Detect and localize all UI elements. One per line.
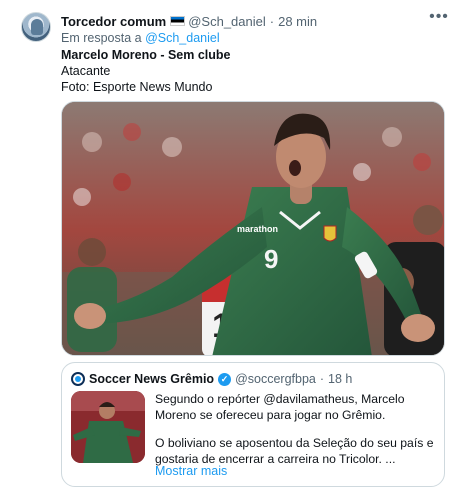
tweet-time[interactable]: 28 min — [278, 14, 317, 29]
quoted-author-handle[interactable]: @soccergfbpa — [235, 372, 316, 386]
reply-prefix: Em resposta a — [61, 31, 142, 45]
quoted-tweet[interactable]: Soccer News Grêmio ✓ @soccergfbpa · 18 h… — [61, 362, 445, 487]
tweet-text: Marcelo Moreno - Sem clube Atacante Foto… — [61, 47, 230, 95]
estonia-flag-icon — [170, 16, 186, 26]
tweet-line-credit: Foto: Esporte News Mundo — [61, 80, 213, 94]
jersey-number: 9 — [264, 244, 278, 274]
reply-context: Em resposta a @Sch_daniel — [61, 31, 220, 45]
quoted-tweet-thumbnail[interactable] — [71, 391, 145, 463]
reply-handle-link[interactable]: @Sch_daniel — [145, 31, 220, 45]
quoted-tweet-header: Soccer News Grêmio ✓ @soccergfbpa · 18 h — [71, 371, 352, 387]
quoted-author-avatar[interactable] — [71, 372, 85, 386]
player-photo: 10 marathon 9 — [62, 102, 444, 355]
tweet-photo[interactable]: 10 marathon 9 — [61, 101, 445, 356]
quoted-paragraph-1: Segundo o repórter @davilamatheus, Marce… — [155, 392, 405, 422]
author-name[interactable]: Torcedor comum — [61, 14, 166, 29]
tweet-line-title: Marcelo Moreno - Sem clube — [61, 48, 231, 62]
show-more-link[interactable]: Mostrar mais — [155, 464, 227, 478]
author-avatar[interactable] — [21, 12, 51, 42]
quoted-paragraph-2: O boliviano se aposentou da Seleção do s… — [155, 436, 434, 466]
quoted-tweet-time[interactable]: 18 h — [328, 372, 352, 386]
more-horizontal-icon[interactable]: ••• — [428, 8, 450, 30]
quoted-player-photo — [71, 391, 145, 463]
quoted-author-name[interactable]: Soccer News Grêmio — [89, 372, 214, 386]
quoted-separator-dot: · — [319, 372, 325, 386]
author-handle[interactable]: @Sch_daniel — [188, 14, 266, 29]
tweet-header: Torcedor comum @Sch_daniel · 28 min — [61, 12, 317, 30]
jersey-brand: marathon — [237, 224, 278, 234]
tweet[interactable]: Torcedor comum @Sch_daniel · 28 min ••• … — [0, 0, 460, 493]
separator-dot: · — [269, 13, 275, 29]
tweet-line-position: Atacante — [61, 64, 111, 78]
verified-badge-icon: ✓ — [218, 372, 232, 386]
